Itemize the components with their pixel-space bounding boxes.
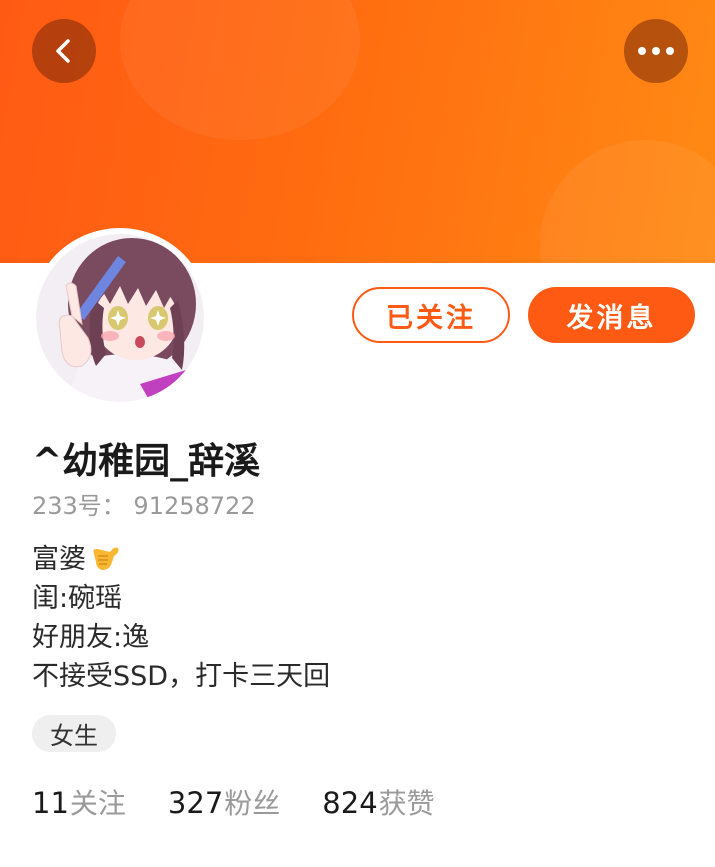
stat-count: 824 xyxy=(322,786,378,820)
stat-likes[interactable]: 824 获赞 xyxy=(322,782,434,822)
stat-following[interactable]: 11 关注 xyxy=(32,782,126,822)
back-arrow-icon xyxy=(56,39,70,63)
more-button[interactable] xyxy=(624,19,688,83)
back-button[interactable] xyxy=(32,19,96,83)
username: ^幼稚园_辞溪 xyxy=(32,441,261,482)
bio: 富婆 闺:碗瑶 好朋友:逸 不接受SSD，打卡三天回 xyxy=(32,540,330,696)
gender-tag: 女生 xyxy=(32,715,116,752)
following-button[interactable]: 已关注 xyxy=(352,287,510,343)
bio-line: 不接受SSD，打卡三天回 xyxy=(32,661,331,692)
call-me-hand-icon xyxy=(93,547,119,570)
anime-girl-avatar xyxy=(36,234,204,402)
avatar[interactable] xyxy=(36,234,204,402)
user-id: 233号： 91258722 xyxy=(32,492,256,520)
stat-count: 11 xyxy=(32,786,69,820)
profile-page: 已关注 发消息 ^幼稚园_辞溪 233号： 91258722 富婆 闺:碗瑶 好… xyxy=(0,0,715,867)
more-dots-icon xyxy=(638,47,674,55)
banner-decoration xyxy=(120,0,360,140)
bio-line: 闺:碗瑶 xyxy=(32,583,123,614)
stat-label: 获赞 xyxy=(378,787,435,820)
stat-fans[interactable]: 327 粉丝 xyxy=(168,782,280,822)
send-message-button[interactable]: 发消息 xyxy=(528,287,695,343)
stat-label: 粉丝 xyxy=(224,787,281,820)
bio-line: 好朋友:逸 xyxy=(32,622,150,653)
bio-line: 富婆 xyxy=(32,540,330,579)
stats-bar: 11 关注 327 粉丝 824 获赞 xyxy=(32,782,477,822)
stat-count: 327 xyxy=(167,786,224,820)
banner-decoration xyxy=(540,140,715,263)
bio-line-text: 富婆 xyxy=(32,544,86,575)
profile-banner xyxy=(0,0,715,263)
stat-label: 关注 xyxy=(69,787,126,820)
